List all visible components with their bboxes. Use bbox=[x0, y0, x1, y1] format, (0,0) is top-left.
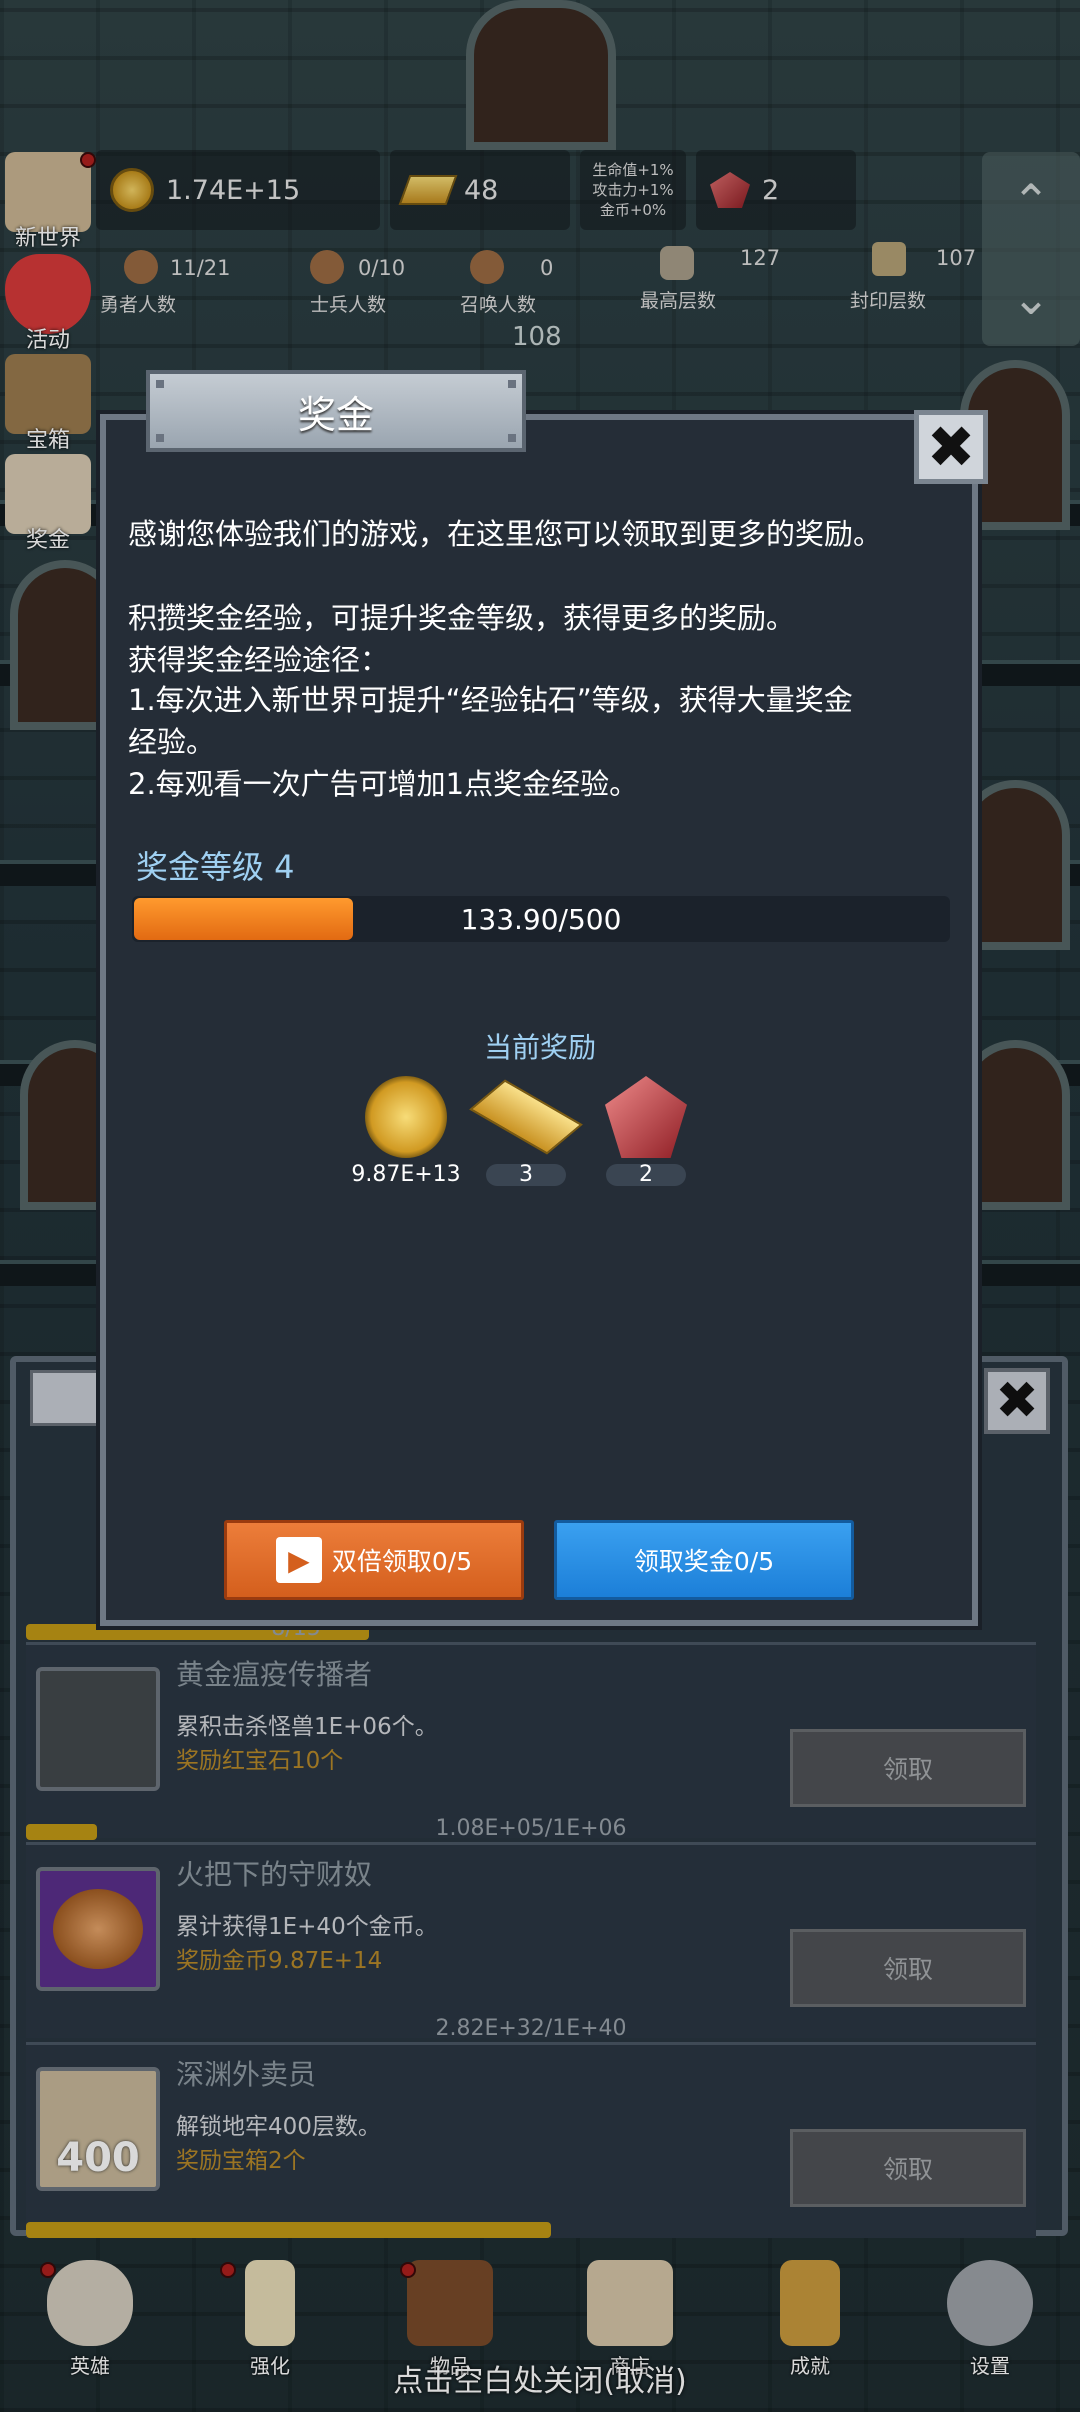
info-line: 经验。 bbox=[128, 725, 216, 759]
gold-bar-icon bbox=[469, 1076, 583, 1158]
close-icon: ✖ bbox=[926, 413, 976, 481]
reward-amount: 9.87E+13 bbox=[351, 1162, 461, 1187]
reward-gold: 9.87E+13 bbox=[346, 1076, 466, 1186]
current-reward-label: 当前奖励 bbox=[483, 1031, 596, 1064]
gold-coin-icon bbox=[365, 1076, 447, 1158]
bonus-progress-bar: 133.90/500 bbox=[132, 896, 950, 942]
claim-bonus-button[interactable]: 领取奖金0/5 bbox=[554, 1520, 854, 1600]
reward-amount: 3 bbox=[486, 1164, 566, 1186]
modal-title: 奖金 bbox=[297, 392, 374, 437]
double-claim-button[interactable]: ▶ 双倍领取0/5 bbox=[224, 1520, 524, 1600]
bonus-level: 奖金等级 4 bbox=[136, 848, 295, 886]
intro-text: 感谢您体验我们的游戏，在这里您可以领取到更多的奖励。 bbox=[128, 517, 883, 551]
modal-title-plate: 奖金 bbox=[146, 370, 526, 452]
double-claim-label: 双倍领取0/5 bbox=[331, 1547, 473, 1576]
info-line: 积攒奖金经验，可提升奖金等级，获得更多的奖励。 bbox=[128, 601, 796, 635]
video-play-icon: ▶ bbox=[275, 1537, 322, 1583]
reward-gold-bar: 3 bbox=[466, 1076, 586, 1186]
progress-text: 133.90/500 bbox=[460, 903, 622, 936]
info-line: 1.每次进入新世界可提升“经验钻石”等级，获得大量奖金 bbox=[128, 683, 853, 717]
claim-bonus-label: 领取奖金0/5 bbox=[633, 1547, 775, 1576]
reward-amount: 2 bbox=[606, 1164, 686, 1186]
ruby-icon bbox=[605, 1076, 687, 1158]
info-line: 2.每观看一次广告可增加1点奖金经验。 bbox=[128, 767, 639, 801]
reward-ruby: 2 bbox=[586, 1076, 706, 1186]
modal-close-button[interactable]: ✖ bbox=[914, 410, 988, 484]
